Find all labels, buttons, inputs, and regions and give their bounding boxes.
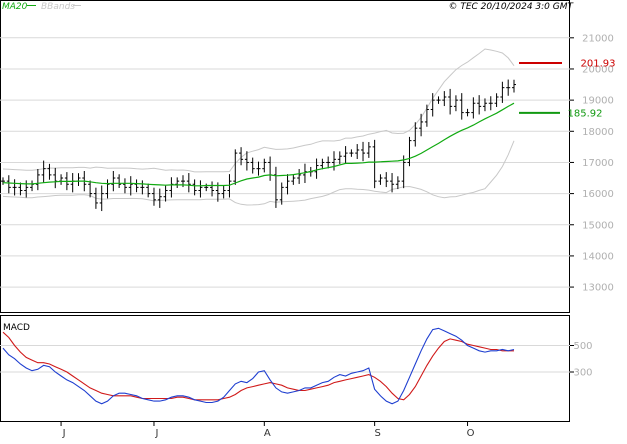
macd-panel: MACD 300 500: [0, 315, 593, 422]
ohlc-bar: [262, 158, 267, 173]
x-tick-label: J: [62, 428, 66, 439]
legend-bbands: BBands: [41, 2, 75, 12]
ohlc-bar: [35, 168, 40, 191]
ohlc-bar: [30, 180, 35, 192]
ohlc-bar: [366, 142, 371, 158]
ohlc-bar: [198, 180, 203, 198]
ohlc-bar: [436, 96, 441, 104]
ohlc-bar: [355, 144, 360, 160]
ohlc-bar: [221, 185, 226, 199]
ohlc-bar: [12, 179, 17, 196]
macd-title: MACD: [3, 323, 30, 333]
ohlc-bar: [395, 176, 400, 190]
legend-ma20: MA20: [2, 2, 28, 12]
ohlc-bar: [256, 161, 261, 176]
bband-upper-line: [2, 48, 515, 173]
ohlc-bar: [111, 171, 116, 192]
ohlc-bar: [378, 174, 383, 185]
ohlc-bar: [459, 93, 464, 120]
macd-line: [2, 327, 515, 405]
ohlc-bar: [268, 156, 273, 181]
ohlc-bar: [157, 188, 162, 208]
ohlc-bar: [291, 174, 296, 185]
price-tick-label: 14000: [582, 251, 614, 262]
x-axis: JJASO: [60, 421, 475, 439]
x-tick-label: O: [467, 428, 475, 439]
ohlc-bar: [250, 157, 255, 174]
ohlc-bar: [314, 158, 319, 179]
price-tick-label: 16000: [582, 189, 614, 200]
ohlc-bar: [361, 141, 366, 162]
chart-root: 13000 14000 15000 16000 17000 18000 19000 20000…: [0, 0, 627, 440]
price-tick-label: 21000: [582, 33, 614, 44]
ohlc-bar: [424, 104, 429, 127]
ohlc-bar: [6, 175, 11, 194]
ohlc-bar: [41, 160, 46, 184]
ohlc-bar: [477, 95, 482, 115]
macd-tick-label: 300: [573, 367, 592, 378]
ohlc-bar: [140, 180, 145, 195]
stock-chart: 1300014000150001600017000180001900020000…: [0, 0, 616, 439]
ohlc-bar: [134, 179, 139, 193]
ohlc-bar: [210, 181, 215, 197]
ohlc-bar: [105, 179, 110, 199]
ohlc-bar: [488, 96, 493, 111]
x-tick-label: A: [264, 428, 271, 439]
ohlc-bar: [70, 173, 75, 193]
ohlc-bar: [506, 79, 511, 96]
support-label: 185.92: [568, 108, 603, 119]
ohlc-bar: [53, 167, 58, 189]
ohlc-bar: [204, 183, 209, 192]
ohlc-bar: [320, 158, 325, 170]
ohlc-bar: [175, 177, 180, 188]
price-tick-label: 15000: [582, 220, 614, 231]
price-frame: [0, 0, 570, 313]
ohlc-bar: [192, 179, 197, 196]
ohlc-bar: [326, 156, 331, 169]
price-tick-label: 13000: [582, 283, 614, 294]
ohlc-bar: [128, 176, 133, 196]
ohlc-bar: [146, 183, 151, 198]
ohlc-bar: [331, 151, 336, 171]
ohlc-bar: [512, 79, 516, 93]
ohlc-bar: [186, 173, 191, 193]
resistance-label: 201.93: [581, 58, 616, 69]
ohlc-bar: [88, 180, 93, 198]
x-tick-label: S: [374, 428, 380, 439]
macd-tick-label: 500: [573, 341, 592, 352]
ohlc-bar: [47, 163, 52, 180]
ohlc-bar: [151, 187, 156, 206]
ohlc-bar: [442, 91, 447, 107]
ohlc-bar: [343, 146, 348, 164]
ohlc-bar: [297, 168, 302, 184]
ohlc-bar: [1, 177, 5, 185]
ohlc-bar: [99, 185, 104, 212]
price-tick-label: 19000: [582, 96, 614, 107]
ohlc-bar: [349, 149, 354, 157]
ohlc-bar: [117, 174, 122, 188]
ohlc-bar: [59, 174, 64, 185]
ohlc-bar: [384, 172, 389, 188]
x-tick-label: J: [155, 428, 159, 439]
macd-signal-line: [2, 331, 514, 401]
ohlc-bar: [419, 113, 424, 137]
price-panel: 1300014000150001600017000180001900020000…: [0, 0, 616, 313]
ohlc-bar: [169, 177, 174, 198]
ohlc-bar: [122, 178, 127, 194]
source-stamp: © TEC 20/10/2024 3:0 GMT: [448, 2, 574, 12]
ohlc-bar: [372, 139, 377, 189]
price-tick-label: 17000: [582, 158, 614, 169]
ohlc-bar: [285, 174, 290, 195]
macd-frame: [0, 315, 570, 422]
ohlc-bar: [448, 88, 453, 115]
ohlc-bar: [453, 95, 458, 112]
ohlc-bar: [407, 136, 412, 167]
price-tick-label: 18000: [582, 127, 614, 138]
ohlc-bar: [76, 173, 81, 186]
ohlc-bar: [233, 149, 238, 185]
ohlc-bar: [24, 180, 29, 198]
ohlc-bar: [465, 108, 470, 117]
